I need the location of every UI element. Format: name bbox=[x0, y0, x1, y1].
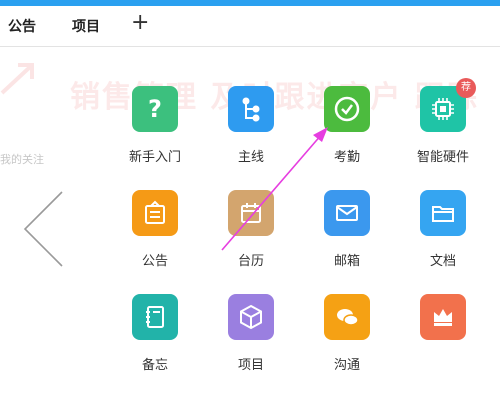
app-label: 文档 bbox=[429, 254, 456, 269]
background-side-text: 我的关注 bbox=[0, 153, 44, 166]
app-label: 沟通 bbox=[333, 358, 360, 373]
add-tab-button[interactable]: + bbox=[131, 10, 149, 35]
tab-announcement[interactable]: 公告 bbox=[8, 16, 36, 36]
app-tile-mailbox[interactable]: 邮箱 bbox=[302, 190, 392, 270]
app-tile-memo[interactable]: 备忘 bbox=[110, 294, 200, 374]
trend-arrow-icon bbox=[0, 63, 34, 95]
notebook-icon bbox=[132, 294, 178, 340]
tab-bar: 公告 项目 + bbox=[0, 6, 500, 47]
app-label: 台历 bbox=[237, 254, 264, 269]
app-tile-attendance[interactable]: 考勤 bbox=[302, 86, 392, 166]
hierarchy-icon bbox=[228, 86, 274, 132]
app-tile-documents[interactable]: 文档 bbox=[398, 190, 488, 270]
question-mark-icon: ? bbox=[132, 86, 178, 132]
app-tile-mainline[interactable]: 主线 bbox=[206, 86, 296, 166]
app-label: 智能硬件 bbox=[416, 150, 469, 165]
folder-icon bbox=[420, 190, 466, 236]
app-label: 考勤 bbox=[333, 150, 360, 165]
cube-icon bbox=[228, 294, 274, 340]
app-tile-project[interactable]: 项目 bbox=[206, 294, 296, 374]
app-label: 邮箱 bbox=[333, 254, 360, 269]
app-label: 备忘 bbox=[141, 358, 168, 373]
app-label: 新手入门 bbox=[128, 150, 181, 165]
calendar-icon bbox=[228, 190, 274, 236]
app-label: 主线 bbox=[237, 150, 264, 165]
app-tile-beginner[interactable]: ? 新手入门 bbox=[110, 86, 200, 166]
app-tile-communication[interactable]: 沟通 bbox=[302, 294, 392, 374]
crown-icon bbox=[420, 294, 466, 340]
recommend-badge: 荐 bbox=[456, 78, 476, 98]
svg-text:?: ? bbox=[148, 95, 162, 123]
app-tile-calendar[interactable]: 台历 bbox=[206, 190, 296, 270]
app-tile-smart-hardware[interactable]: 荐 智能硬件 bbox=[398, 78, 488, 166]
app-tile-announcement[interactable]: 公告 bbox=[110, 190, 200, 270]
chevron-left-icon[interactable] bbox=[22, 190, 64, 268]
tab-project[interactable]: 项目 bbox=[72, 16, 100, 36]
app-label: 项目 bbox=[237, 358, 264, 373]
chat-bubbles-icon bbox=[324, 294, 370, 340]
envelope-icon bbox=[324, 190, 370, 236]
check-circle-icon bbox=[324, 86, 370, 132]
notice-board-icon bbox=[132, 190, 178, 236]
app-tile-crown[interactable] bbox=[398, 294, 488, 374]
app-label: 公告 bbox=[141, 254, 168, 269]
